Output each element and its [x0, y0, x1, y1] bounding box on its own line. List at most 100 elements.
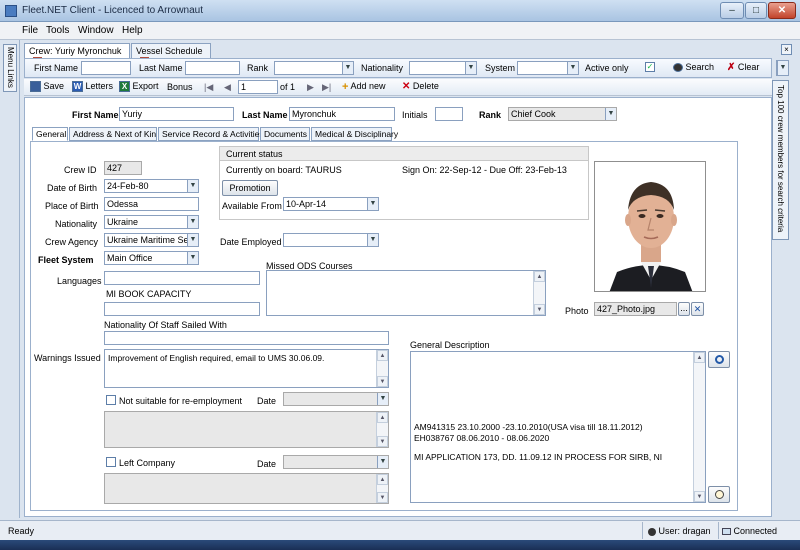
dob-label: Date of Birth [47, 183, 98, 193]
minimize-button[interactable]: – [720, 2, 744, 19]
left-company-checkbox[interactable] [106, 457, 116, 467]
not-suitable-date-select[interactable]: ▼ [283, 392, 389, 406]
subtab-documents[interactable]: Documents [260, 127, 310, 141]
staff-nationality-field[interactable] [104, 331, 389, 345]
warnings-textarea[interactable]: Improvement of English required, email t… [104, 349, 389, 388]
available-from-select[interactable]: 10-Apr-14 ▼ [283, 197, 379, 211]
crew-photo [594, 161, 706, 292]
top-100-crew-tab[interactable]: Top 100 crew members for search criteria [772, 80, 789, 240]
save-button-label: Save [43, 81, 65, 91]
agency-select[interactable]: Ukraine Maritime Se... ▼ [104, 233, 199, 247]
letters-button[interactable]: W Letters [72, 81, 113, 93]
tab-crew-label: Crew: Yuriy Myronchuk [29, 46, 122, 56]
maximize-button[interactable]: □ [745, 2, 767, 19]
nationality-select[interactable]: Ukraine ▼ [104, 215, 199, 229]
search-button[interactable]: Search [673, 62, 714, 73]
menu-window[interactable]: Window [78, 25, 114, 36]
desc-line-2: EH038767 08.06.2010 - 08.06.2020 [414, 433, 550, 443]
menu-help[interactable]: Help [122, 25, 143, 36]
delete-button[interactable]: ✕ Delete [402, 81, 439, 92]
search-nationality-label: Nationality [361, 63, 404, 73]
next-record-icon[interactable]: ▶ [307, 82, 314, 93]
zoom-description-button[interactable] [708, 351, 730, 368]
chevron-down-icon: ▼ [187, 180, 198, 192]
ods-textarea[interactable]: ▲ ▼ [266, 270, 546, 316]
status-user: User: dragan [648, 526, 711, 536]
export-button-label: Export [132, 81, 159, 91]
bonus-button[interactable]: Bonus [167, 82, 193, 92]
staff-nationality-label: Nationality Of Staff Sailed With [104, 320, 227, 330]
menu-file[interactable]: File [22, 25, 38, 36]
date-employed-label: Date Employed [220, 237, 282, 247]
fleet-label: Fleet System [38, 255, 94, 265]
search-rank-select[interactable]: ▼ [274, 61, 354, 75]
mi-book-field[interactable] [104, 302, 260, 316]
nationality-value: Ukraine [107, 217, 139, 227]
not-suitable-notes[interactable]: ▲ ▼ [104, 411, 389, 448]
menu-tools[interactable]: Tools [46, 25, 69, 36]
available-from-label: Available From [222, 201, 282, 211]
search-dropdown-toggle[interactable]: ▼ [776, 60, 789, 76]
chevron-down-icon: ▼ [777, 61, 788, 75]
scrollbar[interactable]: ▲ ▼ [693, 352, 705, 502]
pob-field[interactable]: Odessa [104, 197, 199, 211]
tab-crew[interactable]: Crew: Yuriy Myronchuk× [24, 43, 130, 67]
rank-value: Chief Cook [511, 109, 556, 119]
last-name-field[interactable]: Myronchuk [289, 107, 395, 121]
search-nationality-select[interactable]: ▼ [409, 61, 477, 75]
chevron-down-icon: ▼ [367, 234, 378, 246]
mi-book-label: MI BOOK CAPACITY [106, 289, 192, 299]
scrollbar[interactable]: ▲ ▼ [376, 350, 388, 387]
warnings-text: Improvement of English required, email t… [108, 353, 325, 363]
subtab-medical[interactable]: Medical & Disciplinary [311, 127, 398, 141]
scrollbar[interactable]: ▲ ▼ [376, 412, 388, 447]
pane-close-icon[interactable]: × [781, 44, 792, 55]
rank-select[interactable]: Chief Cook ▼ [508, 107, 617, 121]
search-last-name-input[interactable] [185, 61, 240, 75]
delete-button-label: Delete [412, 81, 439, 91]
current-status-header: Current status [220, 147, 588, 161]
search-first-name-label: First Name [34, 63, 79, 73]
page-input[interactable]: 1 [238, 80, 278, 94]
search-first-name-input[interactable] [81, 61, 131, 75]
timestamp-button[interactable] [708, 486, 730, 503]
export-button[interactable]: X Export [119, 81, 159, 93]
crew-id-field: 427 [104, 161, 142, 175]
date-employed-select[interactable]: ▼ [283, 233, 379, 247]
first-name-field[interactable]: Yuriy [119, 107, 234, 121]
initials-field[interactable] [435, 107, 463, 121]
browse-photo-button[interactable]: ... [678, 302, 690, 316]
agency-label: Crew Agency [45, 237, 99, 247]
search-rank-label: Rank [247, 63, 269, 73]
dob-select[interactable]: 24-Feb-80 ▼ [104, 179, 199, 193]
scrollbar[interactable]: ▲ ▼ [533, 271, 545, 315]
prev-record-icon[interactable]: ◀ [224, 82, 231, 93]
save-button[interactable]: Save [30, 81, 65, 93]
active-only-checkbox[interactable]: ✓ [645, 62, 655, 72]
clear-button[interactable]: ✗ Clear [727, 62, 759, 73]
close-window-button[interactable]: ✕ [768, 2, 796, 19]
general-description-label: General Description [410, 340, 490, 350]
excel-icon: X [119, 81, 130, 93]
not-suitable-checkbox[interactable] [106, 395, 116, 405]
languages-field[interactable] [104, 271, 260, 285]
fleet-select[interactable]: Main Office ▼ [104, 251, 199, 265]
promotion-button[interactable]: Promotion [222, 180, 278, 196]
left-company-date-select[interactable]: ▼ [283, 455, 389, 469]
status-user-text: User: dragan [658, 526, 711, 536]
chevron-down-icon: ▼ [567, 62, 578, 74]
remove-photo-button[interactable]: ✕ [691, 302, 704, 316]
app-icon [5, 5, 17, 17]
first-record-icon[interactable]: |◀ [204, 82, 213, 93]
subtab-address[interactable]: Address & Next of Kin [69, 127, 157, 141]
subtab-general[interactable]: General [32, 127, 68, 141]
menu-links-tab[interactable]: Menu Links [3, 44, 17, 92]
subtab-service-record[interactable]: Service Record & Activities [158, 127, 264, 141]
search-system-select[interactable]: ▼ [517, 61, 579, 75]
general-description-textarea[interactable]: AM941315 23.10.2000 -23.10.2010(USA visa… [410, 351, 706, 503]
tab-vessel-schedule[interactable]: Vessel Schedule× [131, 43, 211, 67]
left-company-notes[interactable]: ▲ ▼ [104, 473, 389, 504]
last-record-icon[interactable]: ▶| [322, 82, 331, 93]
scrollbar[interactable]: ▲ ▼ [376, 474, 388, 503]
add-new-button[interactable]: + Add new [342, 81, 385, 92]
